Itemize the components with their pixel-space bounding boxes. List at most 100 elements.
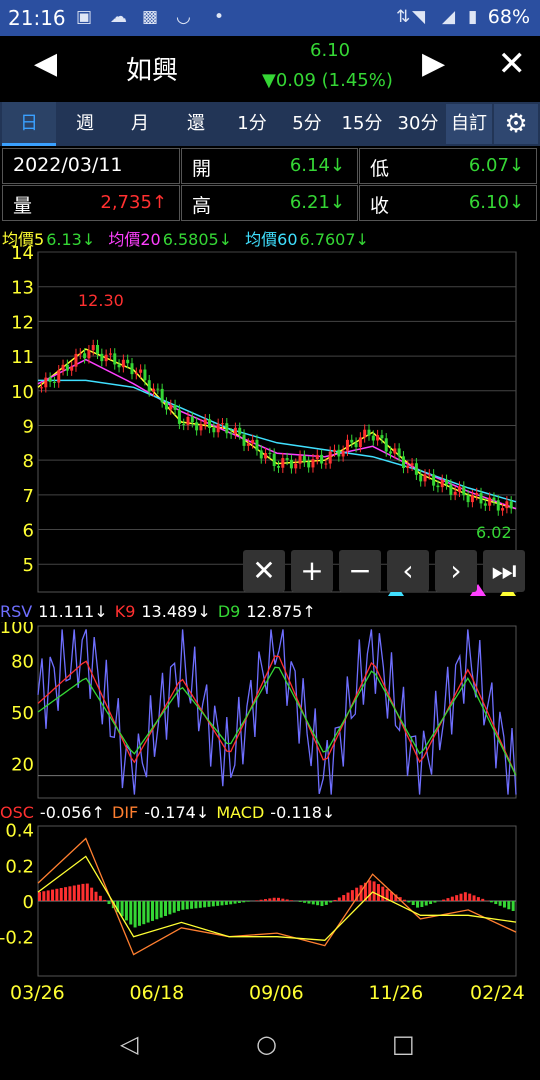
osc-bar [320,901,324,907]
osc-bar [324,901,328,905]
close-value: 6.10↓ [468,192,524,213]
candle [212,428,216,433]
tab-custom[interactable]: 自訂 [446,104,492,144]
image-icon: ▣ [76,7,93,27]
tab-1min[interactable]: 1分 [225,102,279,146]
osc-bar [424,901,428,906]
osc-bar [350,890,354,901]
status-bar: 21:16 ▣ ☁ ▩ ◡ • ⇅ ◥ ◢ ▮ 68% [0,0,540,36]
candle [440,479,444,488]
zoom-out-button[interactable]: − [339,550,381,592]
candle [345,439,349,451]
close-label: 收 [370,195,390,217]
volume-value: 2,735↑ [100,192,167,213]
osc-bar [277,897,280,901]
k9-label: K9 [114,602,136,621]
candle [509,501,513,509]
osc-bar [429,901,433,905]
jump-latest-button[interactable]: ⏭ [483,550,525,592]
osc-bar [502,901,506,908]
zoom-in-button[interactable]: + [291,550,333,592]
osc-bar [124,901,128,921]
x-tick-label: 03/26 [10,982,65,1004]
tab-month[interactable]: 月 [113,102,167,146]
osc-bar [411,901,415,905]
osc-bar [450,896,454,901]
close-icon[interactable]: ✕ [498,44,527,84]
osc-bar [481,898,485,901]
osc-bar [159,901,163,918]
osc-bar [177,901,181,912]
low-annotation: 6.02 [476,523,512,542]
candle [229,433,233,435]
candle [505,501,509,509]
kd-chart[interactable]: 100 80 50 20 [0,622,540,800]
candle [134,372,138,375]
recents-icon[interactable]: □ [392,1030,415,1058]
tray-icon: ◡ [176,7,191,27]
macd-value: -0.118↓ [270,803,336,822]
osc-bar [120,901,124,917]
candle [117,364,121,368]
osc-bar [190,901,194,909]
k9-value: 13.489↓ [141,602,211,621]
candle [479,493,483,504]
osc-bar [229,901,233,905]
osc-bar [507,901,511,910]
candle [354,442,358,448]
tab-15min[interactable]: 15分 [334,102,390,146]
tab-5min[interactable]: 5分 [280,102,334,146]
price-tick-label: 6 [23,521,34,542]
osc-bar [142,901,146,925]
macd-chart[interactable]: 0.4 0.2 0 -0.2 [0,822,540,982]
osc-bar [155,901,159,920]
osc-bar [137,901,141,926]
price-chart[interactable]: 14 13 12 11 10 9 8 7 6 5 12.30 6.02 [0,246,540,596]
candle [126,359,130,364]
osc-bar [494,901,498,905]
candle [268,453,272,455]
candle [177,409,181,424]
prev-stock-icon[interactable]: ◀ [34,46,57,81]
candle [139,369,143,373]
tab-week[interactable]: 週 [58,102,112,146]
candle [281,458,285,468]
osc-bar [68,886,72,901]
kd-tick-label: 20 [11,755,34,776]
candle [173,404,177,410]
osc-bar [259,899,263,901]
osc-bar [298,901,302,902]
osc-bar [242,901,246,903]
next-stock-icon[interactable]: ▶ [422,46,445,81]
candle [350,439,354,443]
signal-icon: ◢ [442,7,456,27]
candle [328,451,332,464]
osc-bar [381,886,385,901]
price-tick-label: 8 [23,451,34,472]
osc-bar [333,899,337,901]
osc-bar [237,901,241,903]
kd-legend: RSV 11.111↓ K9 13.489↓ D9 12.875↑ [0,602,324,621]
price-tick-label: 7 [23,486,34,507]
osc-bar [42,891,46,901]
tab-restore[interactable]: 還 [169,102,223,146]
candle [307,461,311,468]
osc-bar [263,899,267,901]
candle [264,453,268,459]
candle [470,495,474,503]
osc-bar [77,884,81,901]
osc-bar [94,891,98,901]
home-icon[interactable]: ○ [256,1030,277,1058]
d9-value: 12.875↑ [246,602,316,621]
tab-day[interactable]: 日 [2,102,56,146]
back-icon[interactable]: ◁ [120,1030,138,1058]
close-chart-button[interactable]: ✕ [243,550,285,592]
candle [57,370,61,383]
gear-icon[interactable]: ⚙ [494,104,538,144]
scroll-right-button[interactable]: › [435,550,477,592]
tab-30min[interactable]: 30分 [390,102,446,146]
candle [315,454,319,460]
candle [488,497,492,506]
candle [389,451,393,454]
scroll-left-button[interactable]: ‹ [387,550,429,592]
